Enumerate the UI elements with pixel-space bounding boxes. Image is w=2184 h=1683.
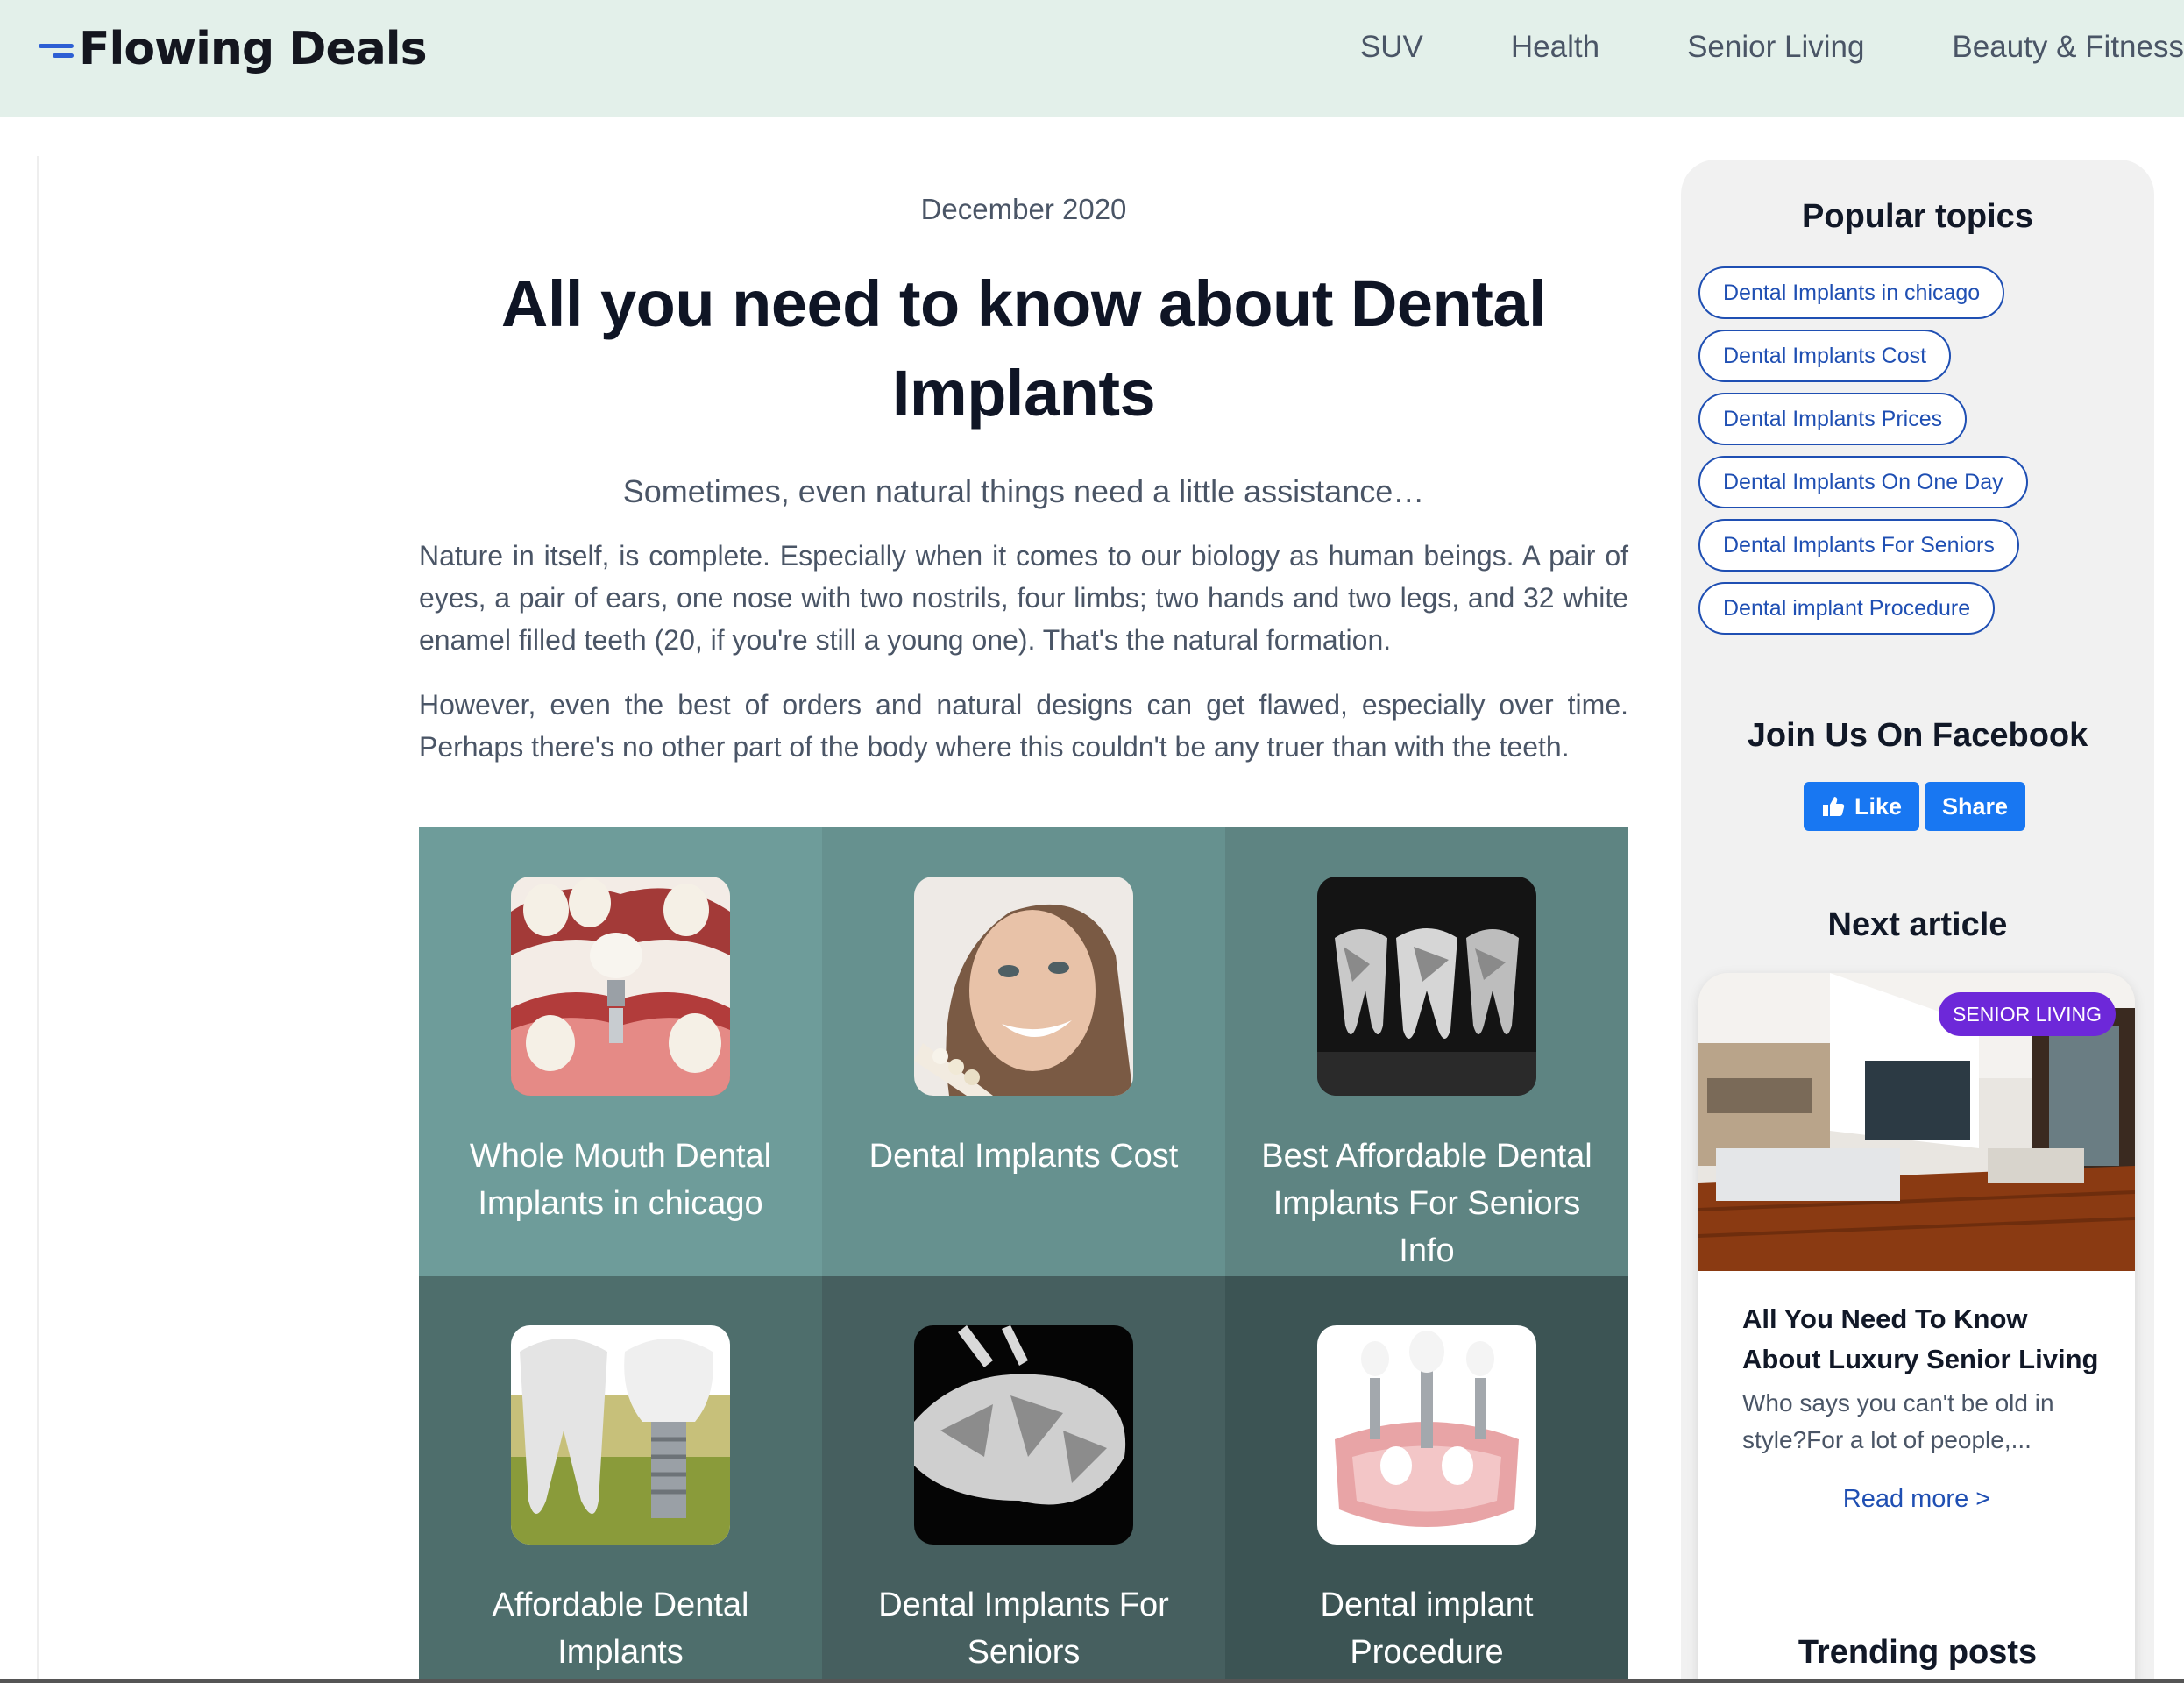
crystal-teeth-image [1317, 877, 1536, 1096]
topic-tile-implant-procedure[interactable]: Dental implant Procedure [1225, 1276, 1628, 1683]
article-date: December 2020 [920, 193, 1127, 225]
facebook-share-button[interactable]: Share [1925, 782, 2026, 831]
tile-caption-line: Affordable Dental [492, 1587, 749, 1623]
tile-caption-line: Procedure [1350, 1634, 1504, 1671]
article-title-line-2: Implants [891, 357, 1156, 430]
tile-caption-line: Implants For Seniors Info [1273, 1185, 1581, 1269]
topic-chip-implants-cost[interactable]: Dental Implants Cost [1698, 330, 1952, 382]
article-subtitle: Sometimes, even natural things need a li… [622, 473, 1425, 509]
tile-caption: Dental Implants For Seniors [840, 1581, 1208, 1676]
content-divider [37, 156, 39, 1683]
next-article-heading: Next article [1827, 906, 2008, 943]
facebook-share-label: Share [1942, 793, 2009, 820]
topic-chip-implants-chicago[interactable]: Dental Implants in chicago [1698, 266, 2005, 319]
topic-tile-affordable-seniors-info[interactable]: Best Affordable Dental Implants For Seni… [1225, 827, 1628, 1276]
popular-topics-list: Dental Implants in chicago Dental Implan… [1698, 266, 2028, 645]
main-nav: SUV Health Senior Living Beauty & Fitnes… [1360, 30, 2184, 65]
tile-caption: Affordable Dental Implants [436, 1581, 805, 1676]
facebook-like-button[interactable]: Like [1804, 782, 1920, 831]
facebook-heading: Join Us On Facebook [1747, 717, 2088, 754]
tile-caption: Dental implant Procedure [1243, 1581, 1611, 1676]
topic-chip-implant-procedure[interactable]: Dental implant Procedure [1698, 582, 1996, 635]
article-paragraph: Nature in itself, is complete. Especiall… [419, 540, 1628, 656]
article-title: All you need to know about Dental Implan… [419, 259, 1628, 438]
tile-caption-line: Whole Mouth Dental [469, 1138, 772, 1175]
category-badge[interactable]: SENIOR LIVING [1939, 992, 2116, 1036]
tile-caption-line: Seniors [967, 1634, 1081, 1671]
topic-chip-implants-seniors[interactable]: Dental Implants For Seniors [1698, 519, 2019, 572]
thumbs-up-icon [1823, 797, 1845, 816]
article: December 2020 All you need to know about… [419, 193, 1628, 768]
topic-grid: Whole Mouth Dental Implants in chicago D… [419, 827, 1628, 1683]
read-more-link[interactable]: Read more > [1698, 1485, 2135, 1514]
tile-caption-line: Implants in chicago [478, 1185, 763, 1222]
topic-tile-implants-cost[interactable]: Dental Implants Cost [822, 827, 1225, 1276]
tile-caption: Best Affordable Dental Implants For Seni… [1243, 1133, 1611, 1275]
dental-implant-image [511, 877, 730, 1096]
tile-caption-line: Best Affordable Dental [1261, 1138, 1592, 1175]
crystal-tooth-image [914, 1325, 1133, 1545]
tile-caption-line: Dental implant [1320, 1587, 1534, 1623]
topic-tile-whole-mouth[interactable]: Whole Mouth Dental Implants in chicago [419, 827, 822, 1276]
nav-item-senior-living[interactable]: Senior Living [1687, 30, 1864, 65]
topic-chip-implants-one-day[interactable]: Dental Implants On One Day [1698, 456, 2028, 508]
brand-name: Flowing Deals [79, 23, 428, 75]
popular-topics-heading: Popular topics [1802, 198, 2033, 235]
topic-tile-implants-seniors[interactable]: Dental Implants For Seniors [822, 1276, 1225, 1683]
sidebar: Popular topics Dental Implants in chicag… [1681, 160, 2154, 1683]
tooth-and-implant-image [511, 1325, 730, 1545]
topic-tile-affordable-implants[interactable]: Affordable Dental Implants [419, 1276, 822, 1683]
tile-caption-line: Dental Implants For [878, 1587, 1169, 1623]
logo-lines-icon [37, 32, 77, 67]
window-bottom-edge [0, 1679, 2184, 1683]
site-header: Flowing Deals SUV Health Senior Living B… [0, 0, 2184, 117]
next-article-card[interactable]: SENIOR LIVING All You Need To Know About… [1698, 973, 2135, 1683]
tile-caption-line: Dental Implants Cost [869, 1138, 1179, 1175]
trending-posts-heading: Trending posts [1798, 1634, 2038, 1671]
nav-item-suv[interactable]: SUV [1360, 30, 1423, 65]
nav-item-beauty-fitness[interactable]: Beauty & Fitness [1952, 30, 2184, 65]
tile-caption: Whole Mouth Dental Implants in chicago [436, 1133, 805, 1227]
topic-chip-implants-prices[interactable]: Dental Implants Prices [1698, 393, 1968, 445]
smiling-woman-image [914, 877, 1133, 1096]
article-paragraph: However, even the best of orders and nat… [419, 689, 1628, 763]
brand-logo[interactable]: Flowing Deals [37, 18, 428, 81]
next-article-title[interactable]: All You Need To Know About Luxury Senior… [1742, 1299, 2110, 1380]
nav-item-health[interactable]: Health [1511, 30, 1599, 65]
tile-caption: Dental Implants Cost [840, 1133, 1208, 1180]
facebook-like-label: Like [1854, 793, 1903, 820]
article-title-line-1: All you need to know about Dental [500, 267, 1547, 340]
next-article-excerpt: Who says you can't be old in style?For a… [1742, 1389, 2054, 1453]
tile-caption-line: Implants [557, 1634, 684, 1671]
implant-procedure-image [1317, 1325, 1536, 1545]
facebook-buttons: Like Share [1804, 782, 2031, 831]
